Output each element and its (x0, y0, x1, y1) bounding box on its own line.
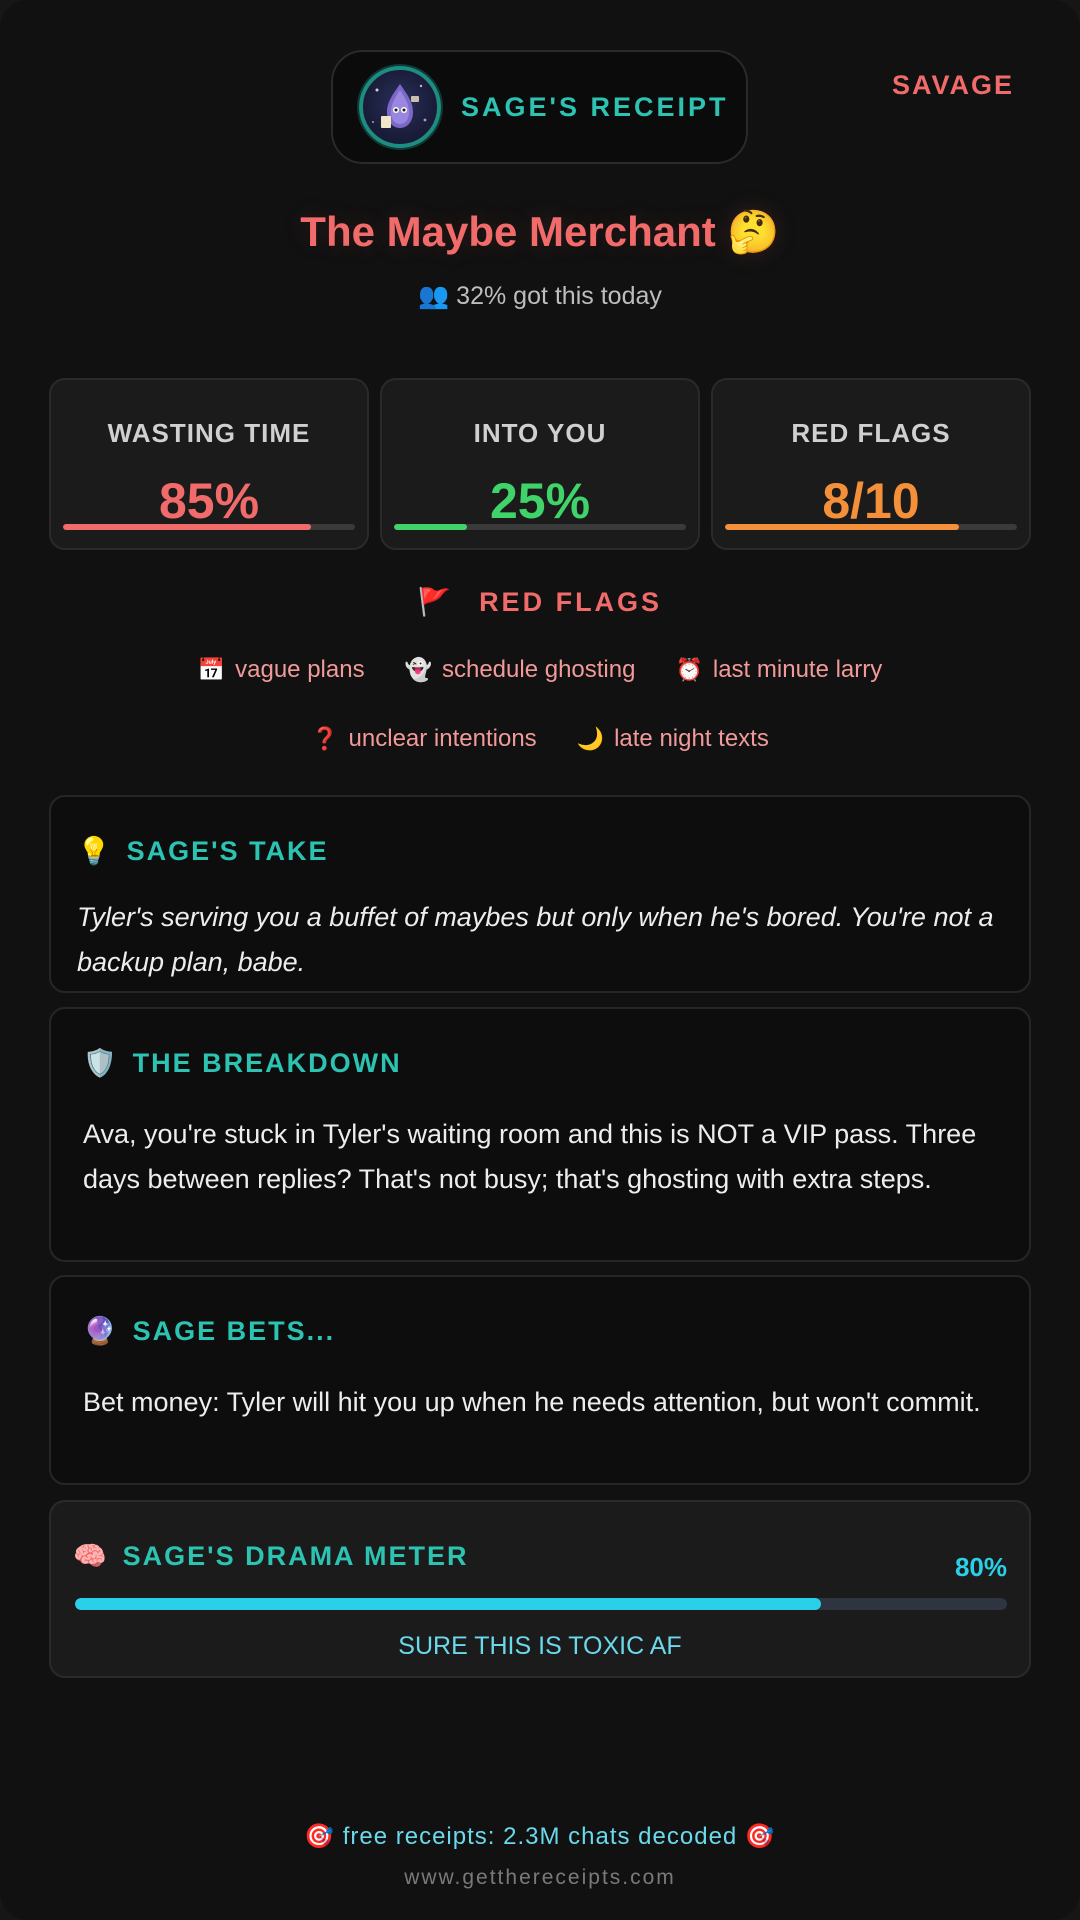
red-flag-label: last minute larry (712, 656, 883, 683)
receipt-card: SAGE'S RECEIPT SAVAGE The Maybe Merchant… (0, 0, 1080, 1920)
question-mark-icon: ❓ (311, 726, 339, 751)
result-subtitle: 👥 32% got this today (418, 282, 662, 310)
red-flags-heading: 🚩 RED FLAGS (0, 586, 1080, 618)
stat-progress-fill (63, 524, 312, 530)
drama-meter-caption: SURE THIS IS TOXIC AF (398, 1632, 682, 1660)
red-flag-chip: ⏰ last minute larry (675, 656, 882, 684)
panel-heading-label: SAGE BETS... (132, 1315, 336, 1346)
alarm-clock-icon: ⏰ (675, 657, 703, 682)
stat-label: WASTING TIME (107, 418, 311, 448)
sages-take-text: Tyler's serving you a buffet of maybes b… (77, 902, 994, 977)
red-flag-label: vague plans (235, 656, 365, 683)
breakdown-panel: 🛡️ THE BREAKDOWN Ava, you're stuck in Ty… (49, 1007, 1031, 1262)
red-flag-icon: 🚩 (417, 587, 455, 617)
stat-label: INTO YOU (473, 418, 607, 448)
logo-badge: SAGE'S RECEIPT (331, 50, 748, 164)
stat-value: 25% (489, 473, 591, 529)
drama-meter-track (75, 1598, 1007, 1610)
stat-progress-track (725, 524, 1017, 530)
shield-icon: 🛡️ (83, 1048, 119, 1078)
stat-label: RED FLAGS (791, 418, 951, 448)
stat-value: 8/10 (822, 473, 920, 529)
drama-meter-value: 80% (954, 1552, 1007, 1582)
sages-take-panel: 💡 SAGE'S TAKE Tyler's serving you a buff… (49, 795, 1031, 993)
ghost-icon: 👻 (404, 657, 432, 682)
sage-bets-text: Bet money: Tyler will hit you up when he… (83, 1387, 981, 1417)
panel-heading: 🛡️ THE BREAKDOWN (83, 1047, 402, 1079)
stat-progress-fill (725, 524, 959, 530)
panel-heading-label: THE BREAKDOWN (132, 1047, 402, 1078)
drama-meter-panel: 🧠 SAGE'S DRAMA METER 80% SURE THIS IS TO… (49, 1500, 1031, 1678)
red-flags-row-2: ❓ unclear intentions 🌙 late night texts (0, 725, 1080, 753)
stat-progress-track (63, 524, 355, 530)
red-flag-label: unclear intentions (348, 725, 537, 752)
drama-meter-fill (75, 1598, 821, 1610)
stat-progress-track (394, 524, 686, 530)
brain-icon: 🧠 (73, 1541, 109, 1571)
panel-heading: 💡 SAGE'S TAKE (77, 835, 329, 867)
red-flags-heading-label: RED FLAGS (479, 587, 663, 617)
panel-heading-label: SAGE'S DRAMA METER (122, 1540, 469, 1571)
red-flags-row-1: 📅 vague plans 👻 schedule ghosting ⏰ last… (0, 656, 1080, 684)
red-flag-label: late night texts (614, 725, 769, 752)
stat-red-flags: RED FLAGS 8/10 (711, 378, 1031, 550)
footer-tagline: 🎯 free receipts: 2.3M chats decoded 🎯 (304, 1823, 776, 1850)
panel-heading: 🧠 SAGE'S DRAMA METER (73, 1540, 469, 1572)
calendar-icon: 📅 (197, 657, 226, 682)
red-flag-chip: ❓ unclear intentions (311, 725, 537, 753)
crystal-ball-icon: 🔮 (83, 1316, 119, 1346)
result-title: The Maybe Merchant 🤔 (300, 208, 780, 255)
red-flag-label: schedule ghosting (441, 656, 636, 683)
logo-text: SAGE'S RECEIPT (461, 91, 729, 122)
stat-wasting-time: WASTING TIME 85% (49, 378, 369, 550)
breakdown-text: Ava, you're stuck in Tyler's waiting roo… (83, 1119, 977, 1194)
panel-heading-label: SAGE'S TAKE (126, 835, 329, 866)
lightbulb-icon: 💡 (77, 836, 113, 866)
footer-url-link[interactable]: www.getthereceipts.com (0, 1866, 1080, 1890)
tone-badge: SAVAGE (891, 70, 1014, 100)
sage-bets-panel: 🔮 SAGE BETS... Bet money: Tyler will hit… (49, 1275, 1031, 1485)
stat-progress-fill (394, 524, 467, 530)
red-flag-chip: 👻 schedule ghosting (405, 656, 636, 684)
stat-value: 85% (158, 473, 260, 529)
panel-heading: 🔮 SAGE BETS... (83, 1315, 335, 1347)
stat-into-you: INTO YOU 25% (380, 378, 700, 550)
sage-avatar-icon (359, 66, 441, 148)
red-flag-chip: 📅 vague plans (198, 656, 365, 684)
moon-icon: 🌙 (576, 726, 605, 751)
red-flag-chip: 🌙 late night texts (577, 725, 769, 753)
